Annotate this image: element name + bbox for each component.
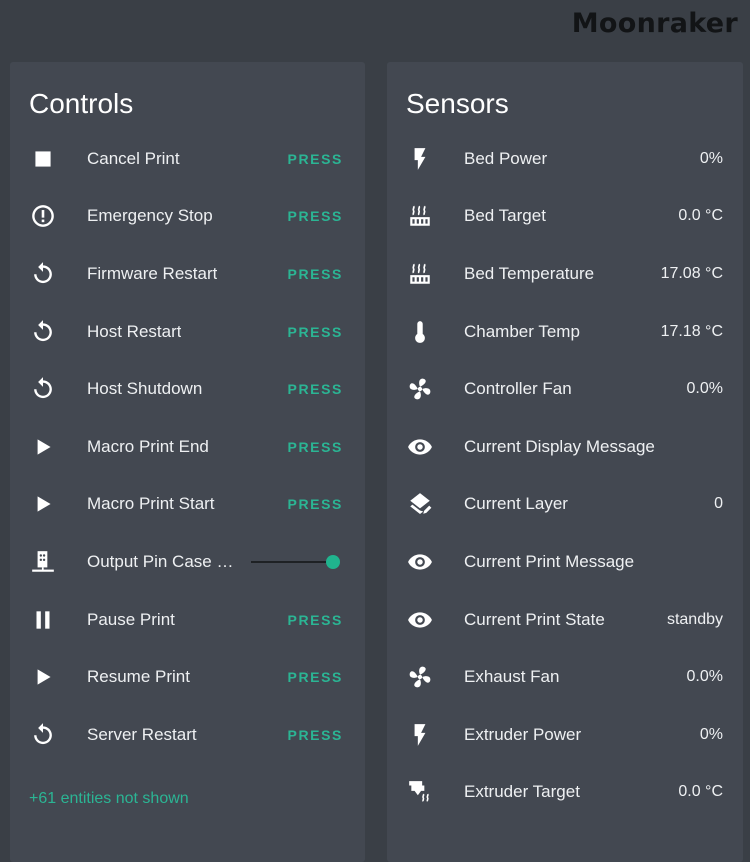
sensor-label: Current Print Message: [464, 551, 635, 571]
press-button[interactable]: PRESS: [288, 381, 343, 397]
sensor-row-bed-target[interactable]: Bed Target 0.0 °C: [387, 188, 743, 246]
control-row-server-restart: Server Restart PRESS: [10, 706, 365, 764]
press-button[interactable]: PRESS: [288, 727, 343, 743]
control-label: Host Shutdown: [87, 379, 203, 399]
press-button[interactable]: PRESS: [288, 208, 343, 224]
radiator-icon: [405, 259, 435, 289]
control-row-macro-print-start: Macro Print Start PRESS: [10, 476, 365, 534]
sensor-value: 0%: [699, 725, 723, 743]
sensor-label: Current Display Message: [464, 436, 655, 456]
sensor-row-current-print-message[interactable]: Current Print Message: [387, 533, 743, 591]
control-row-host-restart: Host Restart PRESS: [10, 303, 365, 361]
control-label: Macro Print Start: [87, 494, 215, 514]
control-row-firmware-restart: Firmware Restart PRESS: [10, 245, 365, 303]
press-button[interactable]: PRESS: [288, 324, 343, 340]
sensor-label: Bed Temperature: [464, 263, 595, 283]
sensor-label: Extruder Target: [464, 782, 580, 802]
app-logo: Moonraker: [571, 8, 738, 39]
electric-switch-icon: [28, 547, 58, 577]
eye-icon: [405, 547, 435, 577]
sensor-row-chamber-temp[interactable]: Chamber Temp 17.18 °C: [387, 303, 743, 361]
controls-card: Controls Cancel Print PRESS Emergency Stop…: [10, 62, 365, 862]
alert-circle-icon: [28, 201, 58, 231]
control-label: Resume Print: [87, 667, 190, 687]
control-row-output-pin-case-light: Output Pin Case Light: [10, 533, 365, 591]
sensor-value: 17.08 °C: [660, 264, 723, 282]
control-row-cancel-print: Cancel Print PRESS: [10, 130, 365, 188]
sensor-label: Exhaust Fan: [464, 667, 560, 687]
control-label: Firmware Restart: [87, 263, 218, 283]
stop-icon: [28, 144, 58, 174]
restart-icon: [28, 374, 58, 404]
fan-icon: [405, 662, 435, 692]
sensor-value: 0: [714, 495, 723, 513]
sensor-value: 0.0 °C: [678, 207, 723, 225]
restart-icon: [28, 317, 58, 347]
sensor-row-current-display-message[interactable]: Current Display Message: [387, 418, 743, 476]
press-button[interactable]: PRESS: [288, 669, 343, 685]
sensor-row-extruder-power[interactable]: Extruder Power 0%: [387, 706, 743, 764]
sensor-label: Chamber Temp: [464, 321, 580, 341]
sensors-list: Bed Power 0% Bed Target 0.0 °C Bed Temperatu…: [387, 130, 743, 821]
sensors-card: Sensors Bed Power 0% Bed Target 0.0 °C Bed T…: [387, 62, 743, 862]
sensor-value: 0.0 °C: [678, 783, 723, 801]
play-icon: [28, 662, 58, 692]
control-row-macro-print-end: Macro Print End PRESS: [10, 418, 365, 476]
sensor-value: standby: [666, 610, 723, 628]
sensor-row-bed-power[interactable]: Bed Power 0%: [387, 130, 743, 188]
layers-edit-icon: [405, 489, 435, 519]
control-label: Host Restart: [87, 321, 182, 341]
press-button[interactable]: PRESS: [288, 266, 343, 282]
sensor-value: 0.0%: [686, 668, 723, 686]
printer-nozzle-heat-icon: [405, 777, 435, 807]
sensor-value: 0%: [699, 149, 723, 167]
press-button[interactable]: PRESS: [288, 496, 343, 512]
sensor-label: Extruder Power: [464, 724, 582, 744]
control-row-pause-print: Pause Print PRESS: [10, 591, 365, 649]
restart-icon: [28, 720, 58, 750]
sensor-row-controller-fan[interactable]: Controller Fan 0.0%: [387, 360, 743, 418]
flash-icon: [405, 720, 435, 750]
control-label: Output Pin Case Light: [87, 551, 237, 571]
brightness-slider[interactable]: [251, 554, 340, 569]
control-label: Pause Print: [87, 609, 175, 629]
slider-handle[interactable]: [326, 554, 340, 569]
press-button[interactable]: PRESS: [288, 439, 343, 455]
eye-icon: [405, 432, 435, 462]
play-icon: [28, 489, 58, 519]
sensor-label: Bed Target: [464, 206, 546, 226]
entities-not-shown-link[interactable]: +61 entities not shown: [29, 790, 189, 808]
sensor-label: Controller Fan: [464, 379, 572, 399]
sensor-value: 0.0%: [686, 380, 723, 398]
control-row-emergency-stop: Emergency Stop PRESS: [10, 188, 365, 246]
sensor-value: 17.18 °C: [660, 322, 723, 340]
press-button[interactable]: PRESS: [288, 612, 343, 628]
control-label: Emergency Stop: [87, 206, 213, 226]
flash-icon: [405, 144, 435, 174]
sensor-row-exhaust-fan[interactable]: Exhaust Fan 0.0%: [387, 648, 743, 706]
control-label: Macro Print End: [87, 436, 209, 456]
sensor-row-current-print-state[interactable]: Current Print State standby: [387, 591, 743, 649]
press-button[interactable]: PRESS: [288, 151, 343, 167]
control-row-resume-print: Resume Print PRESS: [10, 648, 365, 706]
fan-icon: [405, 374, 435, 404]
sensor-label: Bed Power: [464, 148, 548, 168]
control-label: Server Restart: [87, 724, 197, 744]
restart-icon: [28, 259, 58, 289]
eye-icon: [405, 605, 435, 635]
radiator-icon: [405, 201, 435, 231]
control-label: Cancel Print: [87, 148, 180, 168]
sensor-row-bed-temperature[interactable]: Bed Temperature 17.08 °C: [387, 245, 743, 303]
sensor-label: Current Print State: [464, 609, 605, 629]
sensor-label: Current Layer: [464, 494, 568, 514]
sensors-title: Sensors: [406, 88, 509, 119]
sensor-row-current-layer[interactable]: Current Layer 0: [387, 476, 743, 534]
sensor-row-extruder-target[interactable]: Extruder Target 0.0 °C: [387, 764, 743, 822]
play-icon: [28, 432, 58, 462]
thermometer-icon: [405, 317, 435, 347]
pause-icon: [28, 605, 58, 635]
control-row-host-shutdown: Host Shutdown PRESS: [10, 360, 365, 418]
controls-title: Controls: [29, 88, 134, 119]
controls-list: Cancel Print PRESS Emergency Stop PRESS Firm…: [10, 130, 365, 764]
